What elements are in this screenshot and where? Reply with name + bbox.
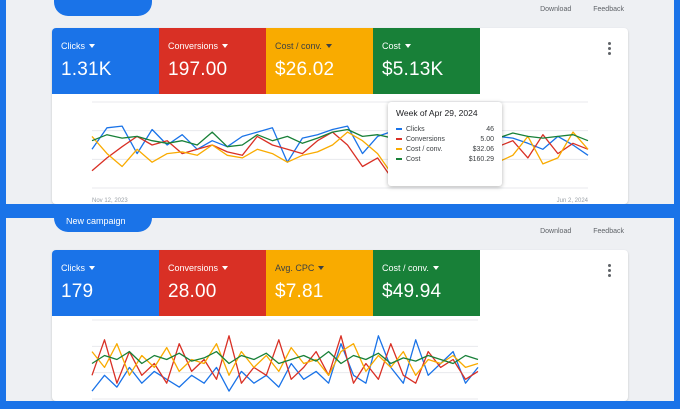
caret-down-icon: [89, 266, 95, 270]
metric-tile-clicks[interactable]: Clicks 179: [52, 250, 159, 316]
bottom-line-chart: [52, 316, 628, 401]
caret-down-icon: [89, 44, 95, 48]
metric-label: Clicks: [61, 263, 85, 273]
top-chart-svg: [91, 101, 589, 189]
top-performance-card: Clicks 1.31K Conversions 197.00 Cost / c…: [52, 28, 628, 204]
top-screenshot-panel: Download Feedback Clicks 1.31K Conversio…: [6, 0, 674, 204]
tooltip-row-value: 5.00: [480, 135, 494, 143]
top-line-chart: Nov 12, 2023 Jun 2, 2024: [52, 94, 628, 204]
top-links: Download Feedback: [540, 6, 624, 13]
metric-value: $7.81: [275, 281, 324, 302]
more-options-icon[interactable]: [608, 42, 612, 55]
metric-label: Cost / conv.: [275, 41, 322, 51]
caret-down-icon: [222, 44, 229, 48]
tooltip-row-name: Conversions: [406, 135, 445, 143]
legend-swatch: [396, 158, 402, 160]
metric-tile-cost-per-conv[interactable]: Cost / conv. $26.02: [266, 28, 373, 94]
top-metric-tiles: Clicks 1.31K Conversions 197.00 Cost / c…: [52, 28, 628, 94]
tooltip-row: Conversions 5.00: [396, 134, 494, 144]
tooltip-row-name: Cost: [406, 155, 421, 163]
tooltip-row-name: Cost / conv.: [406, 145, 443, 153]
metric-value: $26.02: [275, 59, 335, 80]
x-tick-label: Nov 12, 2023: [92, 198, 128, 204]
download-link[interactable]: Download: [540, 6, 571, 13]
feedback-link[interactable]: Feedback: [593, 6, 624, 13]
metric-value: $5.13K: [382, 59, 444, 80]
metric-label: Conversions: [168, 263, 219, 273]
tooltip-title: Week of Apr 29, 2024: [396, 108, 478, 118]
chart-tooltip: Week of Apr 29, 2024 Clicks 46 Conversion…: [388, 102, 502, 186]
legend-swatch: [396, 128, 402, 130]
metric-value: 1.31K: [61, 59, 112, 80]
more-options-icon[interactable]: [608, 264, 612, 277]
caret-down-icon: [325, 44, 332, 48]
caret-down-icon: [318, 266, 325, 270]
metric-value: $49.94: [382, 281, 442, 302]
feedback-link[interactable]: Feedback: [593, 228, 624, 235]
caret-down-icon: [432, 266, 439, 270]
metric-label: Clicks: [61, 41, 85, 51]
bottom-performance-card: Clicks 179 Conversions 28.00 Avg. CPC $7…: [52, 250, 628, 401]
tooltip-row-value: $160.29: [468, 155, 494, 163]
series-line-cost-conv: [91, 128, 589, 176]
metric-tile-conversions[interactable]: Conversions 197.00: [159, 28, 266, 94]
metric-label: Conversions: [168, 41, 219, 51]
metric-value: 197.00: [168, 59, 228, 80]
bottom-chart-svg: [91, 319, 479, 400]
tooltip-row: Cost / conv. $32.06: [396, 144, 494, 154]
metric-value: 28.00: [168, 281, 217, 302]
tooltip-row: Cost $160.29: [396, 154, 494, 164]
new-campaign-button[interactable]: New campaign: [54, 218, 152, 232]
tooltip-row-value: 46: [486, 125, 494, 133]
legend-swatch: [396, 148, 402, 150]
metric-label: Cost / conv.: [382, 263, 429, 273]
bottom-screenshot-panel: New campaign Download Feedback Clicks 17…: [6, 218, 674, 401]
bottom-metric-tiles: Clicks 179 Conversions 28.00 Avg. CPC $7…: [52, 250, 628, 316]
metric-tile-cost-per-conv[interactable]: Cost / conv. $49.94: [373, 250, 480, 316]
legend-swatch: [396, 138, 402, 140]
bottom-links: Download Feedback: [540, 228, 624, 235]
tooltip-row: Clicks 46: [396, 124, 494, 134]
metric-value: 179: [61, 281, 94, 302]
metric-tile-avg-cpc[interactable]: Avg. CPC $7.81: [266, 250, 373, 316]
metric-tile-clicks[interactable]: Clicks 1.31K: [52, 28, 159, 94]
caret-down-icon: [222, 266, 229, 270]
series-line-clicks: [91, 125, 589, 163]
tooltip-row-name: Clicks: [406, 125, 425, 133]
metric-label: Cost: [382, 41, 401, 51]
tooltip-row-value: $32.06: [472, 145, 494, 153]
caret-down-icon: [404, 44, 411, 48]
top-x-axis-labels: Nov 12, 2023 Jun 2, 2024: [92, 198, 588, 204]
metric-label: Avg. CPC: [275, 263, 315, 273]
metric-tile-cost[interactable]: Cost $5.13K: [373, 28, 480, 94]
metric-tile-conversions[interactable]: Conversions 28.00: [159, 250, 266, 316]
top-campaign-pill[interactable]: [54, 0, 152, 16]
x-tick-label: Jun 2, 2024: [556, 198, 588, 204]
download-link[interactable]: Download: [540, 228, 571, 235]
